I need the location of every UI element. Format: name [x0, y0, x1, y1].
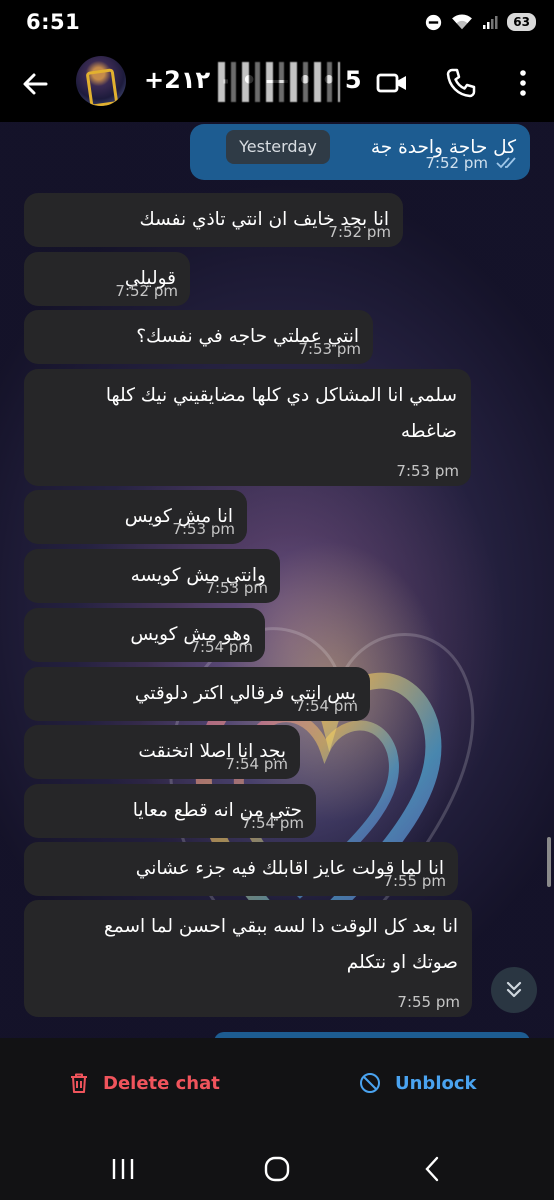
delete-chat-label: Delete chat	[103, 1072, 220, 1094]
video-call-icon[interactable]	[375, 66, 409, 100]
message-time: 7:55 pm	[383, 872, 446, 890]
scrollbar[interactable]	[547, 837, 551, 887]
avatar[interactable]	[76, 56, 126, 106]
message-bubble[interactable]: انا مش كويس 7:53 pm	[24, 490, 247, 544]
message-bubble[interactable]: انتي عملتي حاجه في نفسك؟ 7:53 pm	[24, 310, 373, 364]
message-time: 7:54 pm	[295, 697, 358, 715]
scroll-down-icon	[506, 981, 522, 998]
system-nav-bar	[0, 1136, 554, 1200]
back-arrow-icon[interactable]	[16, 64, 56, 104]
dnd-icon	[426, 14, 442, 30]
message-text-line2: صوتك او نتكلم	[346, 952, 458, 973]
message-bubble[interactable]: وانتي مش كويسه 7:53 pm	[24, 549, 280, 603]
message-bubble[interactable]: قوليلي 7:52 pm	[24, 252, 190, 306]
blocked-contact-actions: Delete chat Unblock	[0, 1038, 554, 1136]
status-time: 6:51	[26, 10, 81, 34]
trash-icon	[71, 1073, 87, 1093]
unblock-button[interactable]: Unblock	[359, 1072, 477, 1094]
scroll-down-button[interactable]	[491, 967, 537, 1013]
back-nav-icon[interactable]	[418, 1154, 448, 1184]
message-bubble[interactable]: انا لما قولت عايز اقابلك فيه جزء عشاني 7…	[24, 842, 458, 896]
date-divider: Yesterday	[226, 130, 330, 164]
message-bubble[interactable]: بس انتي فرقالي اكتر دلوقتي 7:54 pm	[24, 667, 370, 721]
message-time: 7:53 pm	[396, 462, 459, 480]
message-bubble[interactable]: بجد انا اصلا اتخنقت 7:54 pm	[24, 725, 300, 779]
message-bubble[interactable]: حتي من انه قطع معايا 7:54 pm	[24, 784, 316, 838]
home-icon[interactable]	[262, 1154, 292, 1184]
message-time: 7:54 pm	[190, 638, 253, 656]
message-time: 7:53 pm	[205, 579, 268, 597]
redacted-name-overlay	[218, 62, 340, 102]
message-bubble[interactable]: انا بجد خايف ان انتي تاذي نفسك 7:52 pm	[24, 193, 403, 247]
wifi-icon	[452, 14, 473, 30]
message-text: انا بعد كل الوقت دا لسه ببقي احسن لما اس…	[103, 916, 458, 937]
battery-indicator: 63	[507, 13, 536, 31]
unblock-label: Unblock	[395, 1072, 477, 1094]
block-icon	[360, 1073, 380, 1093]
delete-chat-button[interactable]: Delete chat	[69, 1072, 220, 1094]
message-bubble[interactable]: وهو مش كويس 7:54 pm	[24, 608, 265, 662]
phone-icon[interactable]	[444, 66, 478, 100]
chat-header: +2٠ ١٢ • — • • 5	[0, 44, 554, 122]
more-options-icon[interactable]	[506, 66, 540, 100]
message-bubble[interactable]: انا بعد كل الوقت دا لسه ببقي احسن لما اس…	[24, 900, 472, 1017]
chat-area[interactable]: كل حاجة واحدة جة 7:52 pm Yesterday انا ب…	[0, 122, 554, 1038]
status-bar: 6:51 63	[0, 0, 554, 44]
message-time: 7:55 pm	[397, 993, 460, 1011]
message-time: 7:52 pm	[328, 223, 391, 241]
signal-icon	[483, 16, 498, 29]
recent-apps-icon[interactable]	[108, 1154, 138, 1184]
message-time: 7:54 pm	[241, 814, 304, 832]
status-icons: 63	[425, 13, 536, 31]
message-text-line2: ضاغطه	[400, 421, 457, 442]
message-time: 7:54 pm	[225, 755, 288, 773]
message-text: سلمي انا المشاكل دي كلها مضايقيني نيك كل…	[105, 385, 457, 406]
message-time: 7:53 pm	[172, 520, 235, 538]
message-bubble[interactable]: سلمي انا المشاكل دي كلها مضايقيني نيك كل…	[24, 369, 471, 486]
message-time: 7:53 pm	[298, 340, 361, 358]
message-time: 7:52 pm	[115, 282, 178, 300]
read-receipt-icon	[496, 157, 516, 169]
